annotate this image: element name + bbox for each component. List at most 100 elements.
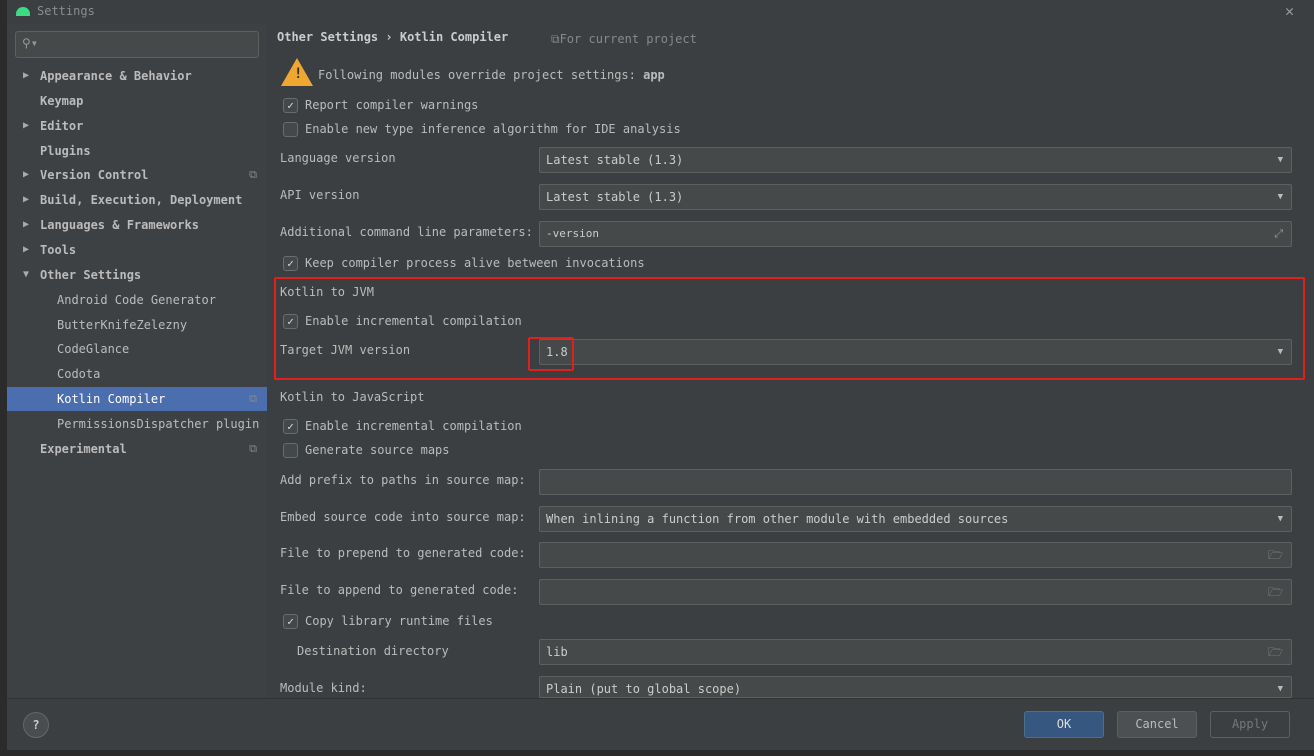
- expand-right-icon[interactable]: ▶: [23, 213, 29, 237]
- sidebar-item-label: Keymap: [40, 93, 84, 108]
- value: lib: [546, 645, 568, 659]
- breadcrumb-sep: ›: [385, 30, 393, 44]
- embed-select[interactable]: When inlining a function from other modu…: [539, 506, 1292, 532]
- destination-input[interactable]: lib 🗁: [539, 639, 1292, 665]
- sidebar-item-label: Editor: [40, 118, 84, 133]
- sidebar-item-codeglance[interactable]: CodeGlance: [7, 337, 267, 361]
- copy-icon: ⧉: [551, 32, 560, 46]
- label: Generate source maps: [305, 443, 450, 457]
- folder-icon[interactable]: 🗁: [1268, 640, 1283, 664]
- label: Copy library runtime files: [305, 614, 493, 628]
- warning-module: app: [643, 68, 665, 82]
- sidebar-item-kotlin-compiler[interactable]: Kotlin Compiler ⧉: [7, 387, 267, 412]
- prefix-input[interactable]: [539, 469, 1292, 495]
- highlight-box-value: [528, 337, 574, 371]
- expand-right-icon[interactable]: ▶: [23, 163, 29, 187]
- sidebar-item-label: Build, Execution, Deployment: [40, 193, 243, 208]
- checkbox[interactable]: ✓: [283, 614, 298, 629]
- project-scope-icon: ⧉: [249, 168, 257, 182]
- sidebar-item-label: Languages & Frameworks: [40, 218, 199, 233]
- expand-right-icon[interactable]: ▶: [23, 188, 29, 212]
- api-version-select[interactable]: Latest stable (1.3) ▼: [539, 184, 1292, 210]
- value: -version: [546, 227, 599, 240]
- module-kind-label: Module kind:: [280, 681, 367, 695]
- sidebar-item-label: Plugins: [40, 143, 91, 158]
- expand-right-icon[interactable]: ▶: [23, 238, 29, 262]
- checkbox[interactable]: [283, 122, 298, 137]
- additional-params-input[interactable]: -version ⤢: [539, 221, 1292, 247]
- checkbox[interactable]: [283, 443, 298, 458]
- js-incremental-checkbox[interactable]: ✓ Enable incremental compilation: [267, 419, 967, 435]
- sidebar-item-build-execution-deployment[interactable]: ▶ Build, Execution, Deployment: [7, 188, 267, 212]
- report-warnings-checkbox[interactable]: ✓ Report compiler warnings: [267, 98, 967, 114]
- checkbox[interactable]: ✓: [283, 419, 298, 434]
- source-maps-checkbox[interactable]: Generate source maps: [267, 443, 967, 459]
- project-scope-icon: ⧉: [249, 392, 257, 406]
- chevron-down-icon: ▼: [1277, 514, 1283, 524]
- expand-right-icon[interactable]: ▶: [23, 114, 29, 138]
- sidebar-item-label: Codota: [57, 367, 101, 382]
- sidebar-item-butterknifezelezny[interactable]: ButterKnifeZelezny: [7, 313, 267, 337]
- sidebar: ⚲▾ ▶ Appearance & Behavior Keymap ▶ Editor Pl…: [7, 24, 267, 698]
- sidebar-item-codota[interactable]: Codota: [7, 362, 267, 386]
- checkbox[interactable]: ✓: [283, 256, 298, 271]
- folder-icon[interactable]: 🗁: [1268, 543, 1283, 567]
- label: Enable incremental compilation: [305, 419, 522, 433]
- api-version-label: API version: [280, 188, 360, 202]
- sidebar-item-plugins[interactable]: Plugins: [7, 139, 267, 163]
- title-bar: Settings ✕: [7, 0, 1314, 24]
- section-title: Kotlin to JavaScript: [280, 390, 431, 404]
- help-button[interactable]: ?: [23, 712, 49, 738]
- warning-icon: !: [281, 58, 313, 86]
- breadcrumb: Other Settings › Kotlin Compiler: [277, 30, 508, 44]
- expand-icon[interactable]: ⤢: [1274, 222, 1283, 246]
- expand-down-icon[interactable]: ▼: [23, 263, 29, 287]
- android-icon: [16, 7, 30, 16]
- warning-text: Following modules override project setti…: [318, 68, 644, 82]
- sidebar-item-tools[interactable]: ▶ Tools: [7, 238, 267, 262]
- scope-label: ⧉For current project: [551, 32, 697, 47]
- sidebar-item-version-control[interactable]: ▶ Version Control ⧉: [7, 163, 267, 187]
- sidebar-item-label: Android Code Generator: [57, 292, 216, 307]
- sidebar-item-permissionsdispatcher-plugin[interactable]: PermissionsDispatcher plugin: [7, 412, 267, 436]
- destination-label: Destination directory: [297, 644, 449, 658]
- append-input[interactable]: 🗁: [539, 579, 1292, 605]
- copy-runtime-checkbox[interactable]: ✓ Copy library runtime files: [267, 614, 967, 630]
- sidebar-item-other-settings[interactable]: ▼ Other Settings: [7, 263, 267, 287]
- keep-alive-checkbox[interactable]: ✓ Keep compiler process alive between inv…: [267, 256, 967, 272]
- sidebar-item-appearance-behavior[interactable]: ▶ Appearance & Behavior: [7, 64, 267, 88]
- embed-label: Embed source code into source map:: [280, 510, 526, 524]
- folder-icon[interactable]: 🗁: [1268, 580, 1283, 604]
- value: Latest stable (1.3): [546, 190, 684, 204]
- sidebar-item-label: ButterKnifeZelezny: [57, 317, 188, 332]
- label: Report compiler warnings: [305, 98, 479, 112]
- label: Keep compiler process alive between invo…: [305, 256, 645, 270]
- close-icon[interactable]: ✕: [1285, 2, 1294, 20]
- checkbox[interactable]: ✓: [283, 98, 298, 113]
- sidebar-item-keymap[interactable]: Keymap: [7, 89, 267, 113]
- sidebar-item-languages-frameworks[interactable]: ▶ Languages & Frameworks: [7, 213, 267, 237]
- expand-right-icon[interactable]: ▶: [23, 64, 29, 88]
- new-inference-checkbox[interactable]: Enable new type inference algorithm for …: [267, 122, 967, 138]
- ok-button[interactable]: OK: [1024, 711, 1104, 738]
- cancel-button[interactable]: Cancel: [1117, 711, 1197, 738]
- prefix-label: Add prefix to paths in source map:: [280, 473, 526, 487]
- sidebar-item-label: Kotlin Compiler: [57, 392, 166, 407]
- settings-window: Settings ✕ ⚲▾ ▶ Appearance & Behavior Keym…: [7, 0, 1314, 750]
- module-kind-select[interactable]: Plain (put to global scope) ▼: [539, 676, 1292, 698]
- warning-message: Following modules override project setti…: [318, 68, 665, 82]
- language-version-label: Language version: [280, 151, 396, 165]
- chevron-down-icon: ▼: [1277, 192, 1283, 202]
- search-input[interactable]: ⚲▾: [15, 31, 259, 58]
- prepend-input[interactable]: 🗁: [539, 542, 1292, 568]
- value: Plain (put to global scope): [546, 682, 742, 696]
- sidebar-item-android-code-generator[interactable]: Android Code Generator: [7, 288, 267, 312]
- apply-button[interactable]: Apply: [1210, 711, 1290, 738]
- sidebar-item-editor[interactable]: ▶ Editor: [7, 114, 267, 138]
- language-version-select[interactable]: Latest stable (1.3) ▼: [539, 147, 1292, 173]
- prepend-label: File to prepend to generated code:: [280, 546, 526, 560]
- chevron-down-icon: ▼: [1277, 155, 1283, 165]
- dialog-footer: ? OK Cancel Apply: [7, 698, 1314, 750]
- sidebar-item-experimental[interactable]: Experimental ⧉: [7, 437, 267, 461]
- breadcrumb-parent[interactable]: Other Settings: [277, 30, 378, 44]
